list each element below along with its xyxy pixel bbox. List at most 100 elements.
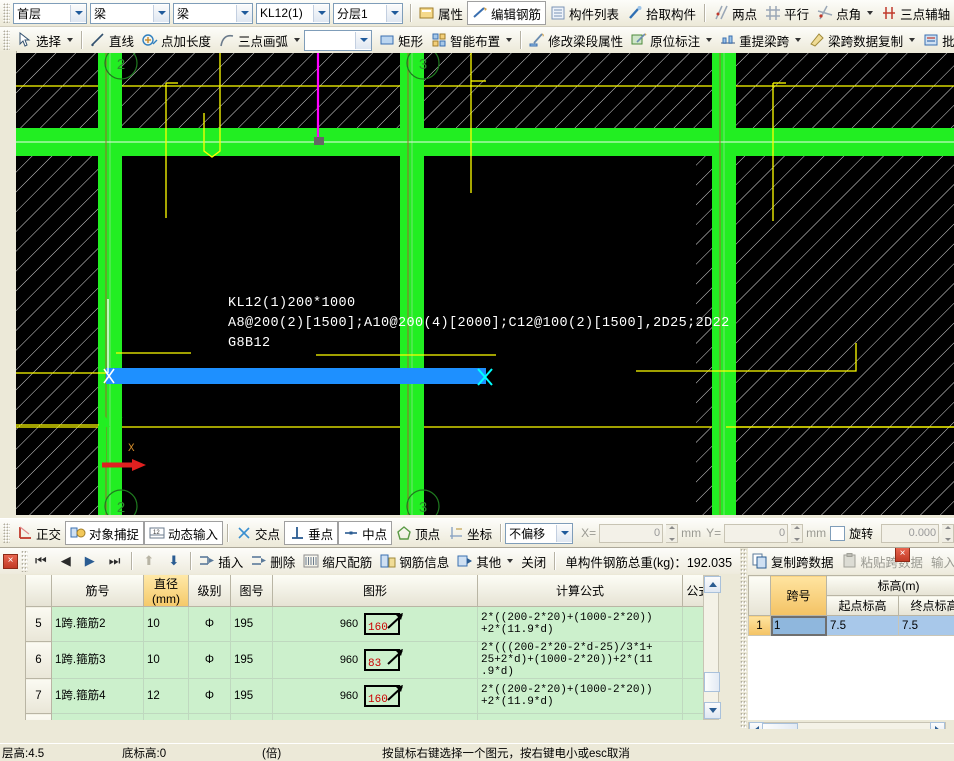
x-offset-input[interactable]: 0 <box>599 524 663 543</box>
grade-cell[interactable]: Φ <box>189 607 231 642</box>
column-header-级别[interactable]: 级别 <box>189 575 231 607</box>
column-header-直径(mm)[interactable]: 直径(mm) <box>144 575 189 607</box>
panel-grip[interactable] <box>740 548 747 743</box>
fig-no-cell[interactable]: 195 <box>231 642 273 679</box>
shape-cell[interactable]: 96083 <box>273 642 478 679</box>
formula-cell[interactable]: 800+120 <box>478 714 683 721</box>
rotate-checkbox[interactable] <box>830 526 845 541</box>
start-elevation-cell[interactable]: 7.5 <box>827 616 899 636</box>
close-icon[interactable]: × <box>895 548 910 562</box>
cad-viewport[interactable]: 23 23 Y X KL12(1)200*1000 A8@200(2)[1500… <box>16 53 954 515</box>
panel-grip[interactable] <box>21 550 28 572</box>
row-index[interactable]: 7 <box>26 679 52 714</box>
smart-layout-button[interactable]: 智能布置 <box>427 29 516 51</box>
dynamic-input-button[interactable]: 12动态输入 <box>144 521 223 545</box>
insert-button[interactable]: 插入 <box>195 550 247 572</box>
rebar-name-cell[interactable]: 1跨.箍筋4 <box>52 679 144 714</box>
close-button[interactable]: 关闭 <box>517 550 550 572</box>
layer-dropdown[interactable]: 分层1 <box>333 3 403 24</box>
chevron-down-icon[interactable] <box>294 38 300 42</box>
column-header-起点标高[interactable]: 起点标高 <box>827 596 899 616</box>
table-row[interactable]: 81跨.其他箍筋120Φ18120800800+120 <box>26 714 718 721</box>
scroll-down-button[interactable] <box>704 702 721 719</box>
ortho-button[interactable]: 正交 <box>13 522 65 544</box>
intersection-snap-button[interactable]: 交点 <box>232 522 284 544</box>
chevron-down-icon[interactable] <box>153 5 169 22</box>
three-point-arc-button[interactable]: 三点画弧 <box>215 29 304 51</box>
select-button[interactable]: 选择 <box>13 29 77 51</box>
coordinate-snap-button[interactable]: 坐标 <box>444 522 496 544</box>
chevron-down-icon[interactable] <box>867 11 873 15</box>
member-dropdown[interactable]: KL12(1) <box>256 3 330 24</box>
chevron-down-icon[interactable] <box>313 5 329 22</box>
re-extract-span-button[interactable]: 重提梁跨 <box>716 29 805 51</box>
row-index[interactable]: 1 <box>749 616 771 636</box>
delete-button[interactable]: 删除 <box>247 550 299 572</box>
span-no-cell[interactable]: 1 <box>771 616 827 636</box>
row-index[interactable]: 6 <box>26 642 52 679</box>
next-record-button[interactable]: ▶ <box>78 550 102 572</box>
grade-cell[interactable]: Φ <box>189 714 231 721</box>
point-angle-button[interactable]: 点角 <box>813 2 877 24</box>
object-snap-button[interactable]: 对象捕捉 <box>65 521 144 545</box>
rebar-table[interactable]: 筋号直径(mm)级别图号图形计算公式公式:51跨.箍筋210Φ195960160… <box>25 575 717 720</box>
shape-dropdown[interactable] <box>304 30 372 51</box>
toolbar-grip[interactable] <box>3 523 10 543</box>
formula-cell[interactable]: 2*(((200-2*20-2*d-25)/3*1+ 25+2*d)+(1000… <box>478 642 683 679</box>
line-button[interactable]: 直线 <box>86 29 138 51</box>
vertex-snap-button[interactable]: 顶点 <box>392 522 444 544</box>
other-button[interactable]: 其他 <box>453 550 517 572</box>
table-row[interactable]: 61跨.箍筋310Φ195960832*(((200-2*20-2*d-25)/… <box>26 642 718 679</box>
column-header-计算公式[interactable]: 计算公式 <box>478 575 683 607</box>
prev-record-button[interactable]: ◀ <box>54 550 78 572</box>
toolbar-grip[interactable] <box>3 3 10 23</box>
rebar-name-cell[interactable]: 1跨.箍筋3 <box>52 642 144 679</box>
rebar-name-cell[interactable]: 1跨.箍筋2 <box>52 607 144 642</box>
diameter-cell[interactable]: 10 <box>144 607 189 642</box>
member-list-button[interactable]: 构件列表 <box>546 2 623 24</box>
span-table[interactable]: 跨号标高(m)起点标高终点标高117.57.5(0 <box>748 575 954 636</box>
fig-no-cell[interactable]: 18 <box>231 714 273 721</box>
formula-cell[interactable]: 2*((200-2*20)+(1000-2*20)) +2*(11.9*d) <box>478 607 683 642</box>
scroll-up-button[interactable] <box>704 576 721 593</box>
edit-rebar-button[interactable]: 编辑钢筋 <box>467 1 546 25</box>
shape-cell[interactable]: 960160 <box>273 679 478 714</box>
category-dropdown[interactable]: 梁 <box>90 3 170 24</box>
last-record-button[interactable]: ⏭ <box>102 550 128 572</box>
diameter-cell[interactable]: 12 <box>144 679 189 714</box>
chevron-down-icon[interactable] <box>909 38 915 42</box>
chevron-down-icon[interactable] <box>507 559 513 563</box>
row-index[interactable]: 8 <box>26 714 52 721</box>
column-header-图形[interactable]: 图形 <box>273 575 478 607</box>
parallel-button[interactable]: 平行 <box>761 2 813 24</box>
edit-beam-segment-button[interactable]: 修改梁段属性 <box>525 29 627 51</box>
floor-dropdown[interactable]: 首层 <box>13 3 87 24</box>
offset-mode-dropdown[interactable]: 不偏移 <box>505 523 573 544</box>
grade-cell[interactable]: Φ <box>189 679 231 714</box>
chevron-down-icon[interactable] <box>556 525 572 542</box>
diameter-cell[interactable]: 20 <box>144 714 189 721</box>
two-point-button[interactable]: 两点 <box>709 2 761 24</box>
rebar-name-cell[interactable]: 1跨.其他箍筋1 <box>52 714 144 721</box>
rebar-grid-vscrollbar[interactable] <box>703 575 719 720</box>
three-point-aux-axis-button[interactable]: 三点辅轴 <box>877 2 954 24</box>
scroll-thumb[interactable] <box>704 672 720 692</box>
end-elevation-cell[interactable]: 7.5 <box>899 616 954 636</box>
grade-cell[interactable]: Φ <box>189 642 231 679</box>
close-icon[interactable]: × <box>3 554 18 569</box>
scale-rebar-button[interactable]: 缩尺配筋 <box>299 550 376 572</box>
properties-button[interactable]: 属性 <box>415 2 467 24</box>
in-place-annotation-button[interactable]: 原位标注 <box>627 29 716 51</box>
column-header-span-no[interactable]: 跨号 <box>771 576 827 616</box>
rebar-info-button[interactable]: 钢筋信息 <box>376 550 453 572</box>
chevron-down-icon[interactable] <box>355 32 371 49</box>
move-up-button[interactable]: ⬆ <box>136 550 161 572</box>
toolbar-grip[interactable] <box>3 30 10 50</box>
table-row[interactable]: 51跨.箍筋210Φ1959601602*((200-2*20)+(1000-2… <box>26 607 718 642</box>
column-header-终点标高[interactable]: 终点标高 <box>899 596 954 616</box>
table-row[interactable]: 71跨.箍筋412Φ1959601602*((200-2*20)+(1000-2… <box>26 679 718 714</box>
stepper[interactable] <box>791 524 803 543</box>
shape-cell[interactable]: 120800 <box>273 714 478 721</box>
midpoint-snap-button[interactable]: 中点 <box>338 521 392 545</box>
point-add-length-button[interactable]: 点加长度 <box>138 29 215 51</box>
